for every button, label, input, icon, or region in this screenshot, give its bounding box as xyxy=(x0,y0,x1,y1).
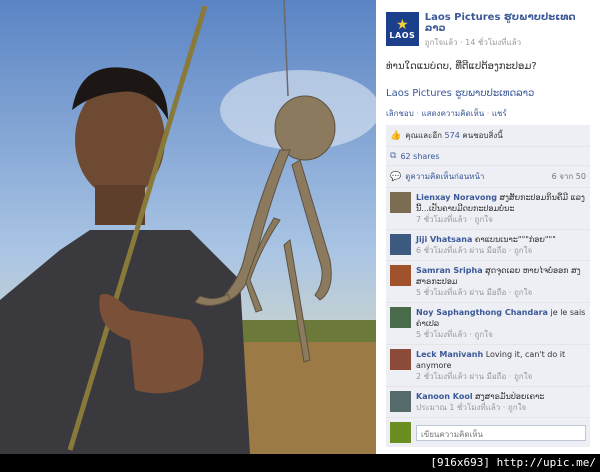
likes-count-link[interactable]: 574 xyxy=(445,131,460,140)
star-icon: ★ xyxy=(396,16,409,33)
commenter-name[interactable]: Noy Saphangthong Chandara xyxy=(416,308,548,317)
comment-text: ສງສາຣມັນປ່ອຍເຄາະ xyxy=(475,392,545,401)
feedback-box: 👍 คุณและอีก 574 คนชอบสิ่งนี้ ⧉ 62 shares… xyxy=(386,125,590,447)
more-comments-row: 💬 ดูความคิดเห็นก่อนหน้า 6 จาก 50 xyxy=(386,166,590,188)
shares-row: ⧉ 62 shares xyxy=(386,147,590,166)
commenter-avatar[interactable] xyxy=(390,234,411,255)
comment-icon: 💬 xyxy=(390,171,402,182)
commenter-avatar[interactable] xyxy=(390,192,411,213)
comment-composer: เขียนความคิดเห็น xyxy=(386,418,590,447)
comment-item: Leck Manivanh Loving it, can't do it any… xyxy=(386,345,590,387)
commenter-avatar[interactable] xyxy=(390,265,411,286)
post-caption: ທ່ານໃດແນບ່ດບ, ທີ່ຕີແປຕ້ອງກະປອມ? xyxy=(386,61,537,72)
comment-item: Kanoon Kool ສງສາຣມັນປ່ອຍເຄາະ ประมาณ 1 ชั่… xyxy=(386,387,590,418)
logo-text: LAOS xyxy=(389,30,416,40)
page-avatar-logo[interactable]: ★ LAOS xyxy=(386,12,419,46)
page-link[interactable]: Laos Pictures ຮູບພາບປະເທດລາວ xyxy=(386,88,590,99)
commenter-avatar[interactable] xyxy=(390,307,411,328)
comment-meta: 2 ชั่วโมงที่แล้ว ผ่าน มือถือ · ถูกใจ xyxy=(416,372,533,381)
comment-meta: 7 ชั่วโมงที่แล้ว · ถูกใจ xyxy=(416,215,493,224)
share-icon: ⧉ xyxy=(390,151,397,161)
commenter-name[interactable]: Jiji Vhatsana xyxy=(416,235,472,244)
unlike-link[interactable]: เลิกชอบ xyxy=(386,109,414,118)
likes-row: 👍 คุณและอีก 574 คนชอบสิ่งนี้ xyxy=(386,125,590,147)
likes-suffix: คนชอบสิ่งนี้ xyxy=(462,131,503,140)
thumbs-up-icon: 👍 xyxy=(390,130,402,141)
footer-text: [916x693] http://upic.me/ xyxy=(430,456,596,469)
comment-item: Jiji Vhatsana ຄາແບນເນາະ"""ກ່ອຍ""" 6 ชั่วโ… xyxy=(386,230,590,261)
comment-list: Lienxay Noravong ສງສັຍກະປອມກິນຄືມີ ແລງນີ… xyxy=(386,188,590,418)
post-actions: เลิกชอบ · แสดงความคิดเห็น · แชร์ xyxy=(386,109,507,118)
commenter-avatar[interactable] xyxy=(390,391,411,412)
commenter-name[interactable]: Samran Sripha xyxy=(416,266,483,275)
share-link[interactable]: แชร์ xyxy=(492,109,507,118)
shares-link[interactable]: 62 shares xyxy=(400,152,439,161)
post-header: ★ LAOS Laos Pictures ຮູບພາບປະເທດລາວ ถูกใ… xyxy=(386,12,590,49)
comment-item: Lienxay Noravong ສງສັຍກະປອມກິນຄືມີ ແລງນີ… xyxy=(386,188,590,230)
comment-text: ຄາແບນເນາະ"""ກ່ອຍ""" xyxy=(474,235,556,244)
comment-item: Noy Saphangthong Chandara je le sais ຄ່າ… xyxy=(386,303,590,345)
comment-range: 6 จาก 50 xyxy=(551,172,586,181)
commenter-name[interactable]: Kanoon Kool xyxy=(416,392,473,401)
comment-item: Samran Sripha ສຸດຈຸດເລຍ ຫາຍໄຈບໍ່ອອກ ສງສາ… xyxy=(386,261,590,303)
page-name-link[interactable]: Laos Pictures ຮູບພາບປະເທດລາວ xyxy=(425,12,590,34)
post-sidebar: ★ LAOS Laos Pictures ຮູບພາບປະເທດລາວ ถูกใ… xyxy=(376,0,600,454)
commenter-name[interactable]: Leck Manivanh xyxy=(416,350,483,359)
comment-meta: 6 ชั่วโมงที่แล้ว ผ่าน มือถือ · ถูกใจ xyxy=(416,246,533,255)
view-previous-comments-link[interactable]: ดูความคิดเห็นก่อนหน้า xyxy=(405,170,484,183)
likes-prefix: คุณและอีก xyxy=(405,131,442,140)
commenter-name[interactable]: Lienxay Noravong xyxy=(416,193,497,202)
comment-input[interactable]: เขียนความคิดเห็น xyxy=(416,424,586,441)
post-meta: ถูกใจแล้ว · 14 ชั่วโมงที่แล้ว xyxy=(424,38,522,47)
commenter-avatar[interactable] xyxy=(390,349,411,370)
comment-meta: 5 ชั่วโมงที่แล้ว ผ่าน มือถือ · ถูกใจ xyxy=(416,288,533,297)
comment-meta: ประมาณ 1 ชั่วโมงที่แล้ว · ถูกใจ xyxy=(416,403,527,412)
comment-meta: 5 ชั่วโมงที่แล้ว · ถูกใจ xyxy=(416,330,493,339)
comment-link[interactable]: แสดงความคิดเห็น xyxy=(421,109,484,118)
user-avatar xyxy=(390,422,411,443)
image-footer: [916x693] http://upic.me/ xyxy=(0,454,600,472)
post-photo[interactable] xyxy=(0,0,376,454)
